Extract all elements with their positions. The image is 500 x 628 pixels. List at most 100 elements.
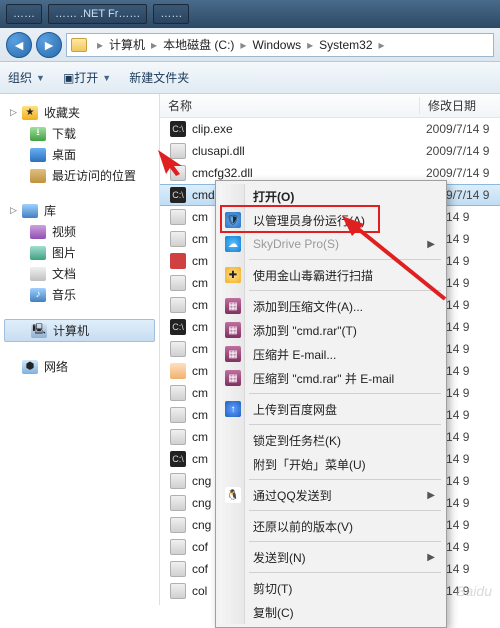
sidebar-libraries[interactable]: ▷库 [0,200,159,221]
col-date[interactable]: 修改日期 [420,97,500,114]
file-date: 2009/7/14 9 [426,122,489,136]
file-row[interactable]: C:\ clip.exe2009/7/14 9 [160,118,500,140]
ctx-add-archive[interactable]: ▦添加到压缩文件(A)... [219,294,443,318]
folder-icon [71,38,87,52]
toolbar-newfolder[interactable]: 新建文件夹 [129,69,189,86]
address-bar: ◄ ► ▸ 计算机 ▸ 本地磁盘 (C:) ▸ Windows ▸ System… [0,28,500,62]
ctx-qq-send[interactable]: 🐧通过QQ发送到▶ [219,483,443,507]
crumb-computer[interactable]: 计算机 [107,36,147,53]
rar-icon: ▦ [225,346,241,362]
baidu-icon: ↑ [225,401,241,417]
file-icon [170,429,186,445]
toolbar-open[interactable]: ▣ 打开▼ [63,69,111,86]
ctx-open[interactable]: 打开(O) [219,184,443,208]
nav-forward-button[interactable]: ► [36,32,62,58]
file-icon [170,385,186,401]
taskbar-tab-1[interactable]: …… [6,4,42,24]
file-icon [170,363,186,379]
file-icon [170,517,186,533]
desktop-icon [30,148,46,162]
ctx-add-to-cmd-rar[interactable]: ▦添加到 "cmd.rar"(T) [219,318,443,342]
ctx-pin-start[interactable]: 附到「开始」菜单(U) [219,452,443,476]
file-icon [170,583,186,599]
ctx-send-to[interactable]: 发送到(N)▶ [219,545,443,569]
qq-icon: 🐧 [225,487,241,503]
video-icon [30,225,46,239]
file-icon: C:\ [170,319,186,335]
toolbar-organize[interactable]: 组织▼ [8,69,45,86]
breadcrumb[interactable]: ▸ 计算机 ▸ 本地磁盘 (C:) ▸ Windows ▸ System32 ▸ [66,33,494,57]
ctx-compress-cmd-email[interactable]: ▦压缩到 "cmd.rar" 并 E-mail [219,366,443,390]
file-icon [170,539,186,555]
ctx-cut[interactable]: 剪切(T) [219,576,443,600]
file-icon [170,561,186,577]
download-icon: ⭳ [30,127,46,141]
sidebar-favorites[interactable]: ▷★收藏夹 [0,102,159,123]
file-icon [170,209,186,225]
sidebar: ▷★收藏夹 ⭳下载 桌面 最近访问的位置 ▷库 视频 图片 文档 ♪音乐 🖳计算… [0,94,160,605]
network-icon: ⬢ [22,360,38,374]
shield-icon: 🛡 [225,212,241,228]
sidebar-music[interactable]: ♪音乐 [0,284,159,305]
music-icon: ♪ [30,288,46,302]
list-header: 名称 修改日期 [160,94,500,118]
file-icon: C:\ [170,451,186,467]
toolbar: 组织▼ ▣ 打开▼ 新建文件夹 [0,62,500,94]
file-date: 2009/7/14 9 [426,166,489,180]
sidebar-downloads[interactable]: ⭳下载 [0,123,159,144]
file-name: cmcfg32.dll [192,166,426,180]
sidebar-recent[interactable]: 最近访问的位置 [0,165,159,186]
library-icon [22,204,38,218]
window-titlebar: …… …… .NET Fr…… …… [0,0,500,28]
col-name[interactable]: 名称 [160,97,420,114]
file-row[interactable]: clusapi.dll2009/7/14 9 [160,140,500,162]
sidebar-desktop[interactable]: 桌面 [0,144,159,165]
ctx-pin-taskbar[interactable]: 锁定到任务栏(K) [219,428,443,452]
file-icon: C:\ [170,187,186,203]
picture-icon [30,246,46,260]
crumb-system32[interactable]: System32 [317,38,374,52]
file-icon [170,165,186,181]
ctx-antivirus-scan[interactable]: ✚使用金山毒霸进行扫描 [219,263,443,287]
file-icon [170,495,186,511]
file-icon [170,231,186,247]
crumb-windows[interactable]: Windows [250,38,303,52]
ctx-run-as-admin[interactable]: 🛡以管理员身份运行(A) [219,208,443,232]
sidebar-computer[interactable]: 🖳计算机 [4,319,155,342]
star-icon: ★ [22,106,38,120]
file-icon [170,143,186,159]
skydrive-icon: ☁ [225,236,241,252]
file-icon [170,407,186,423]
antivirus-icon: ✚ [225,267,241,283]
file-icon [170,473,186,489]
rar-icon: ▦ [225,322,241,338]
context-menu: 打开(O) 🛡以管理员身份运行(A) ☁SkyDrive Pro(S)▶ ✚使用… [215,180,447,628]
file-icon: C:\ [170,121,186,137]
file-icon [170,275,186,291]
file-name: clip.exe [192,122,426,136]
rar-icon: ▦ [225,370,241,386]
file-name: clusapi.dll [192,144,426,158]
watermark: Baidu [456,583,492,599]
file-date: 2009/7/14 9 [426,144,489,158]
ctx-restore-versions[interactable]: 还原以前的版本(V) [219,514,443,538]
ctx-compress-email[interactable]: ▦压缩并 E-mail... [219,342,443,366]
recent-icon [30,169,46,183]
sidebar-documents[interactable]: 文档 [0,263,159,284]
ctx-upload-baidu[interactable]: ↑上传到百度网盘 [219,397,443,421]
file-icon [170,341,186,357]
nav-back-button[interactable]: ◄ [6,32,32,58]
document-icon [30,267,46,281]
ctx-copy[interactable]: 复制(C) [219,600,443,624]
ctx-skydrive[interactable]: ☁SkyDrive Pro(S)▶ [219,232,443,256]
sidebar-network[interactable]: ⬢网络 [0,356,159,377]
sidebar-videos[interactable]: 视频 [0,221,159,242]
computer-icon: 🖳 [31,324,47,338]
taskbar-tab-3[interactable]: …… [153,4,189,24]
taskbar-tab-2[interactable]: …… .NET Fr…… [48,4,147,24]
file-icon [170,297,186,313]
file-icon [170,253,186,269]
crumb-drive[interactable]: 本地磁盘 (C:) [161,36,236,53]
rar-icon: ▦ [225,298,241,314]
sidebar-pictures[interactable]: 图片 [0,242,159,263]
